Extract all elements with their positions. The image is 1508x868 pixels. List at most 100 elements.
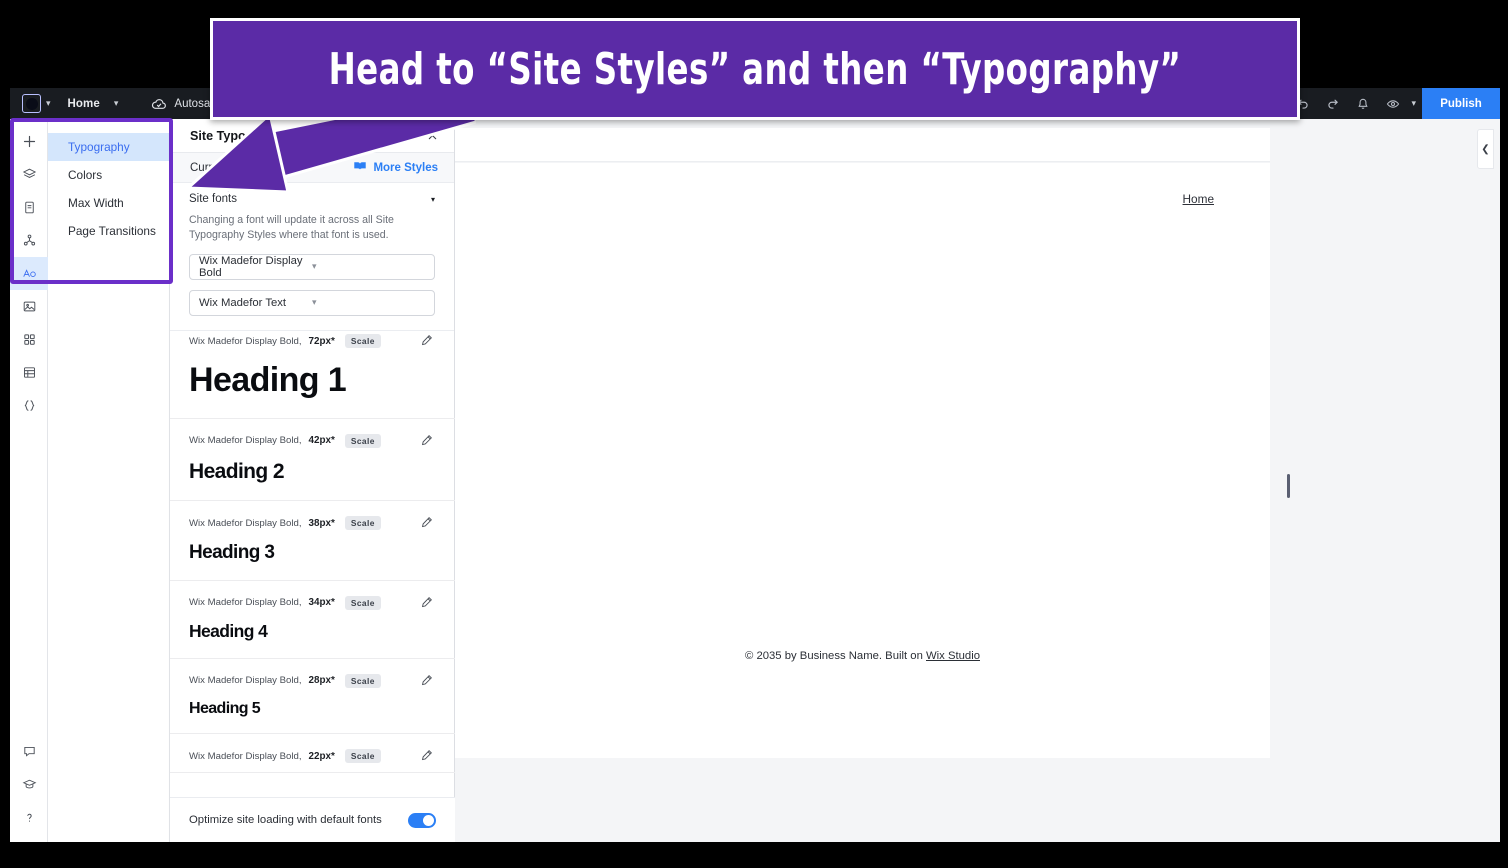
style-font-name: Wix Madefor Display Bold, xyxy=(189,597,302,609)
scale-badge: Scale xyxy=(344,673,381,688)
rail-top-group xyxy=(10,119,48,422)
annotation-banner-text: Head to “Site Styles” and then “Typograp… xyxy=(328,43,1182,95)
sidebar-item-help[interactable] xyxy=(10,801,48,834)
typography-style-row[interactable]: Wix Madefor Display Bold, 34px* Scale Headi… xyxy=(170,581,455,659)
sidebar-item-site-structure[interactable] xyxy=(10,224,48,257)
pencil-icon[interactable] xyxy=(420,515,436,531)
style-meta: Wix Madefor Display Bold, 38px* Scale xyxy=(189,515,436,531)
sidebar-item-add-elements[interactable] xyxy=(10,125,48,158)
style-font-name: Wix Madefor Display Bold, xyxy=(189,517,302,529)
style-font-size: 34px* xyxy=(308,597,335,609)
typography-style-row[interactable]: Wix Madefor Display Bold, 22px* Scale xyxy=(170,734,455,774)
scale-badge: Scale xyxy=(344,334,381,348)
canvas-resize-handle[interactable] xyxy=(1287,474,1290,498)
sidebar-item-inbox[interactable] xyxy=(10,735,48,768)
style-font-size: 42px* xyxy=(308,435,335,447)
typography-style-row[interactable]: Wix Madefor Display Bold, 38px* Scale Headi… xyxy=(170,501,455,581)
redo-icon[interactable] xyxy=(1320,91,1346,117)
body-font-select[interactable]: Wix Madefor Text ▾ xyxy=(189,289,435,316)
site-nav-link-home[interactable]: Home xyxy=(1183,192,1214,206)
sidebar-item-typography[interactable]: Typography xyxy=(48,133,169,161)
style-sample-text: Heading 1 xyxy=(189,361,347,399)
scale-badge: Scale xyxy=(344,749,381,764)
canvas-top-strip xyxy=(455,128,1270,162)
style-font-size: 38px* xyxy=(308,517,335,529)
current-page-label[interactable]: Home xyxy=(68,98,100,110)
sidebar-item-academy[interactable] xyxy=(10,768,48,801)
scale-badge: Scale xyxy=(344,595,381,610)
heading-font-select[interactable]: Wix Madefor Display Bold ▾ xyxy=(189,253,435,280)
bell-icon[interactable] xyxy=(1350,91,1376,117)
style-font-size: 22px* xyxy=(308,750,335,762)
style-font-name: Wix Madefor Display Bold, xyxy=(189,335,302,347)
site-fonts-description: Changing a font will update it across al… xyxy=(189,214,394,242)
sidebar-item-site-styles[interactable] xyxy=(10,257,48,290)
sidebar-item-page-transitions[interactable]: Page Transitions xyxy=(48,217,169,245)
top-bar-actions: ▾ Publish xyxy=(1290,88,1500,119)
sidebar-item-colors[interactable]: Colors xyxy=(48,161,169,189)
pencil-icon[interactable] xyxy=(420,595,436,611)
style-sample-text: Heading 4 xyxy=(189,620,268,641)
rail-bottom-group xyxy=(10,735,48,834)
wix-logo-icon xyxy=(22,94,41,113)
sidebar-item-cms[interactable] xyxy=(10,356,48,389)
site-footer-copyright: © 2035 by Business Name. Built on xyxy=(744,650,926,662)
eye-icon[interactable] xyxy=(1380,91,1406,117)
chevron-left-icon[interactable]: ❮ xyxy=(1477,129,1494,169)
site-typography-styles-panel: Site Typography Styles Current xyxy=(170,119,455,842)
typography-style-list[interactable]: Wix Madefor Display Bold, 72px* Scale Headi… xyxy=(170,319,455,797)
sidebar-item-max-width[interactable]: Max Width xyxy=(48,189,169,217)
editor-canvas[interactable]: Home © 2035 by Business Name. Built on W… xyxy=(455,119,1500,842)
site-footer-text: © 2035 by Business Name. Built on Wix St… xyxy=(455,650,1270,662)
sidebar-item-apps[interactable] xyxy=(10,323,48,356)
wix-logo-dot xyxy=(25,97,38,110)
sidebar-item-dev-mode[interactable] xyxy=(10,389,48,422)
typography-style-row[interactable]: Wix Madefor Display Bold, 42px* Scale Headi… xyxy=(170,419,455,502)
scale-badge: Scale xyxy=(344,516,381,531)
heading-font-value: Wix Madefor Display Bold xyxy=(199,254,303,279)
pencil-icon[interactable] xyxy=(420,433,436,449)
style-sample-clipped xyxy=(189,764,436,772)
style-meta: Wix Madefor Display Bold, 42px* Scale xyxy=(189,433,436,449)
pencil-icon[interactable] xyxy=(420,748,436,764)
style-sample-text: Heading 3 xyxy=(189,542,275,564)
chevron-down-icon[interactable]: ▾ xyxy=(46,99,51,108)
sidebar-item-layers[interactable] xyxy=(10,158,48,191)
style-font-name: Wix Madefor Display Bold, xyxy=(189,435,302,447)
sidebar-item-media[interactable] xyxy=(10,290,48,323)
preview-button[interactable]: ▾ xyxy=(1380,91,1416,117)
chevron-down-icon[interactable]: ▾ xyxy=(312,297,425,308)
style-font-size: 28px* xyxy=(308,675,335,687)
style-meta: Wix Madefor Display Bold, 72px* Scale xyxy=(189,333,436,349)
style-meta: Wix Madefor Display Bold, 28px* Scale xyxy=(189,673,436,689)
site-styles-menu: Typography Colors Max Width Page Transit… xyxy=(48,119,170,842)
editor-left-rail xyxy=(10,119,48,842)
pencil-icon[interactable] xyxy=(420,673,436,689)
optimize-fonts-toggle[interactable] xyxy=(408,812,436,828)
typography-style-row[interactable]: Wix Madefor Display Bold, 28px* Scale Headi… xyxy=(170,659,455,735)
canvas-site-page[interactable]: Home © 2035 by Business Name. Built on W… xyxy=(455,163,1270,758)
style-meta: Wix Madefor Display Bold, 34px* Scale xyxy=(189,595,436,611)
style-font-size: 72px* xyxy=(308,335,335,347)
style-font-name: Wix Madefor Display Bold, xyxy=(189,675,302,687)
pencil-icon[interactable] xyxy=(420,333,436,349)
typography-style-row[interactable]: Wix Madefor Display Bold, 72px* Scale Headi… xyxy=(170,319,455,419)
scale-badge: Scale xyxy=(344,433,381,448)
optimize-fonts-row: Optimize site loading with default fonts xyxy=(170,797,455,842)
chevron-down-icon[interactable]: ▾ xyxy=(312,261,425,272)
site-footer-link[interactable]: Wix Studio xyxy=(926,650,980,662)
style-sample-text: Heading 5 xyxy=(189,699,261,717)
annotation-banner: Head to “Site Styles” and then “Typograp… xyxy=(210,18,1300,120)
cloud-check-icon xyxy=(151,96,167,112)
style-font-name: Wix Madefor Display Bold, xyxy=(189,750,302,762)
chevron-down-icon[interactable]: ▾ xyxy=(1411,99,1416,108)
chevron-down-icon[interactable]: ▾ xyxy=(114,99,119,108)
style-meta: Wix Madefor Display Bold, 22px* Scale xyxy=(189,748,436,764)
style-sample-text: Heading 2 xyxy=(189,459,285,483)
body-font-value: Wix Madefor Text xyxy=(199,296,287,309)
optimize-fonts-label: Optimize site loading with default fonts xyxy=(189,814,382,826)
wix-logo-button[interactable]: ▾ xyxy=(22,94,51,113)
screenshot-root: ▾ Home ▾ Autosaved ▾ Publish Typography … xyxy=(0,0,1508,868)
sidebar-item-pages[interactable] xyxy=(10,191,48,224)
publish-button[interactable]: Publish xyxy=(1422,88,1500,119)
